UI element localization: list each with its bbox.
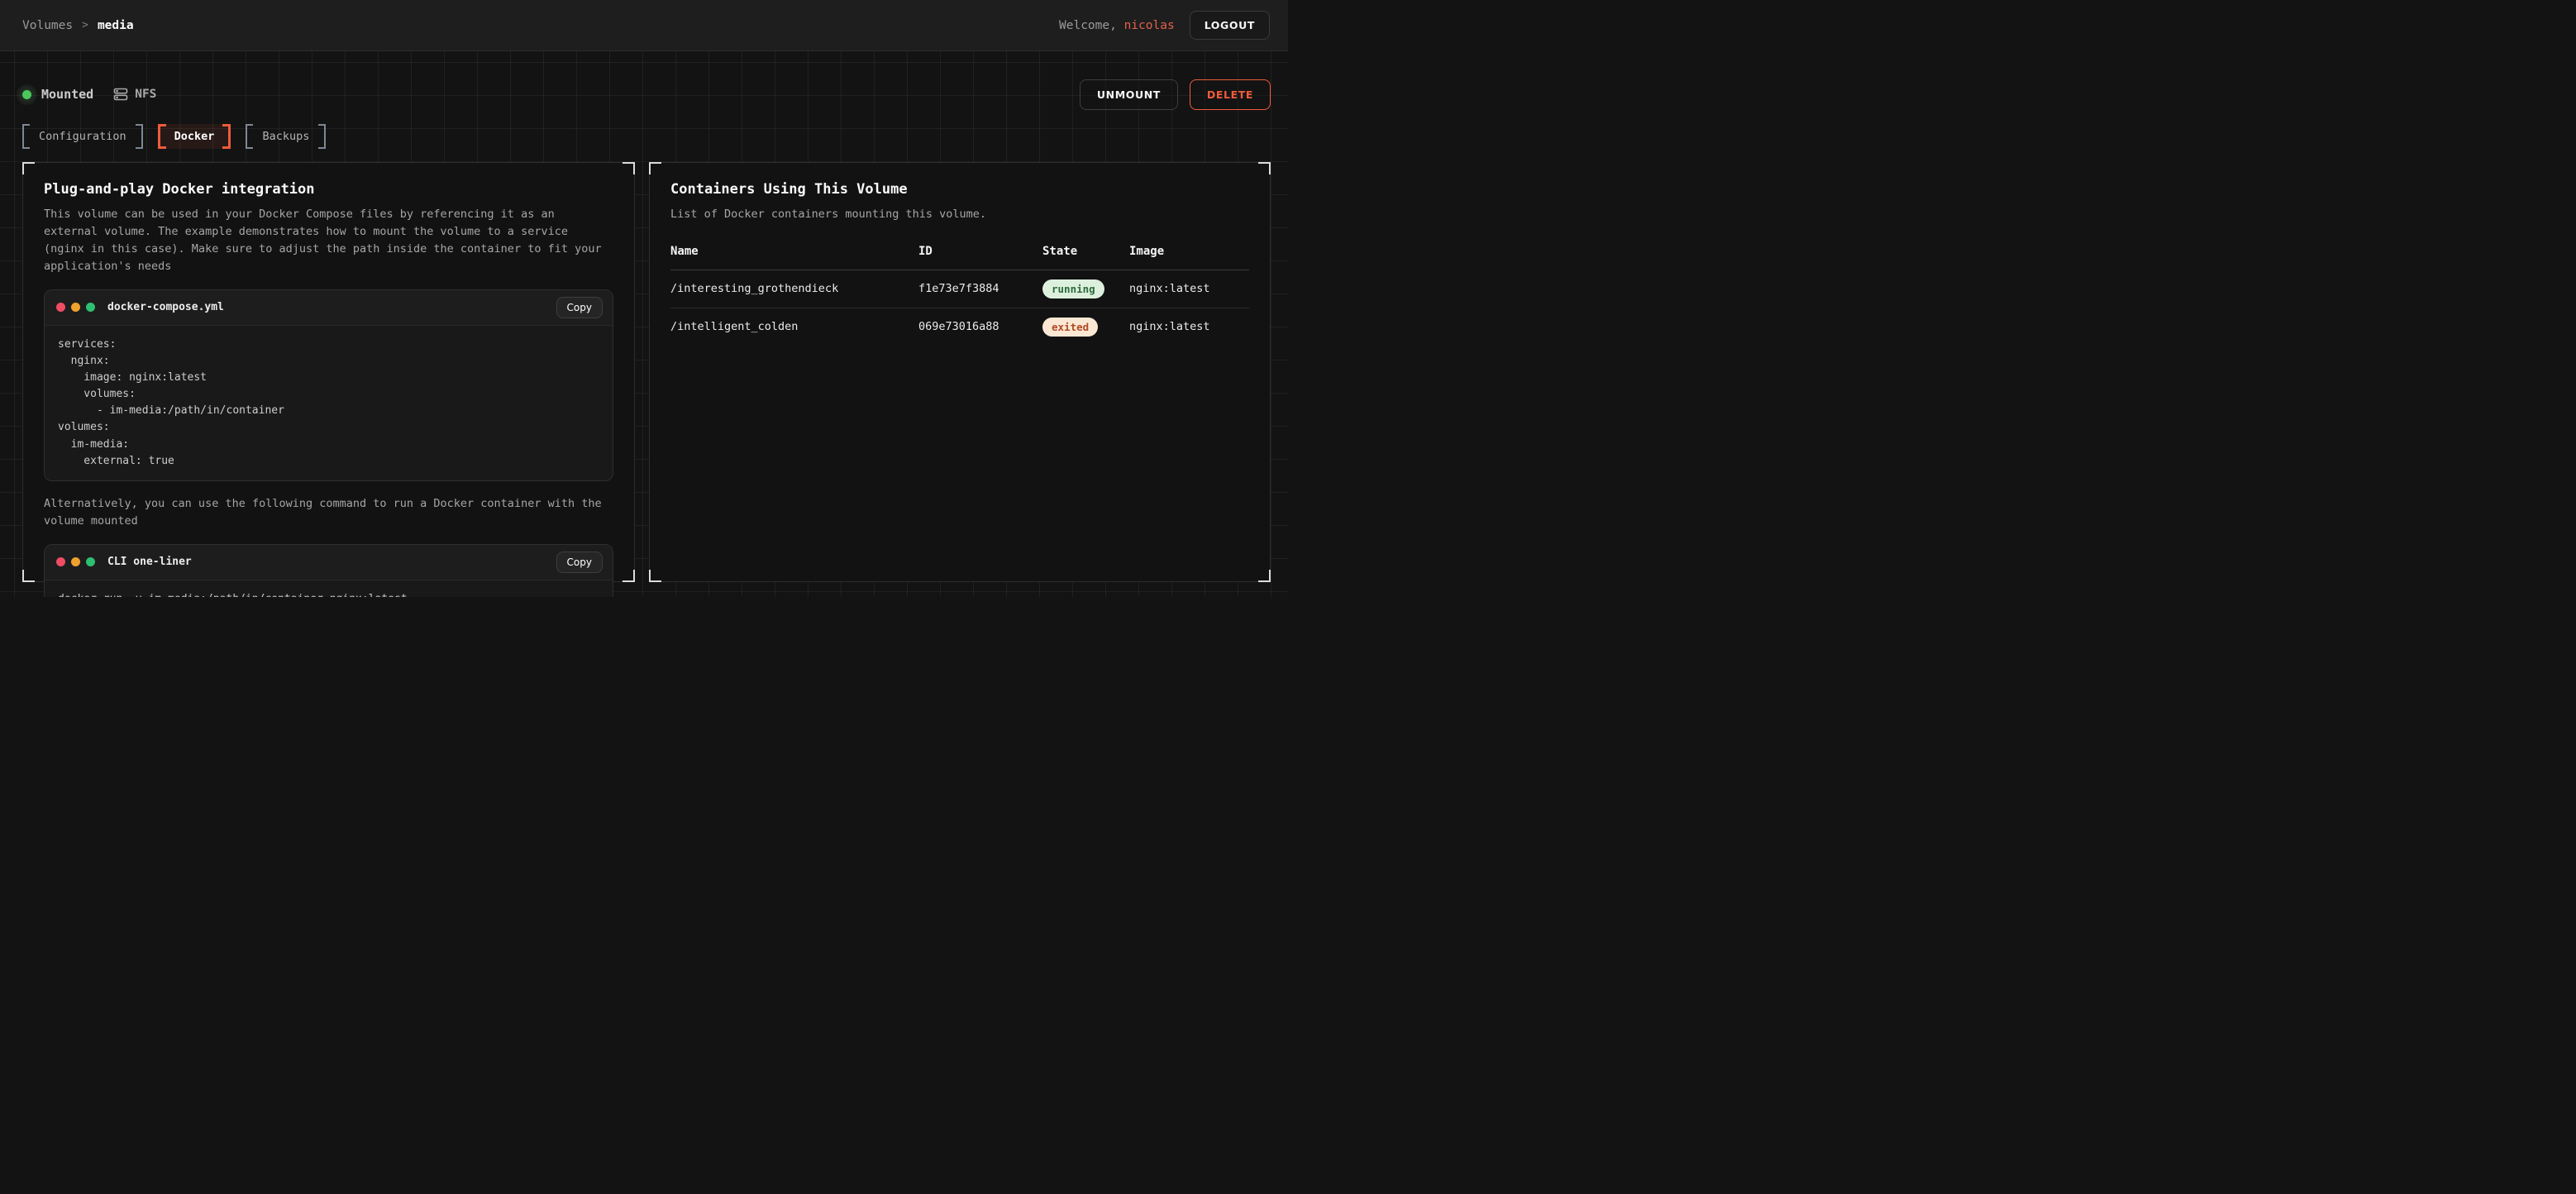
compose-copy-button[interactable]: Copy [556,297,603,318]
compose-filename: docker-compose.yml [107,301,224,313]
tab-backups[interactable]: Backups [246,124,326,149]
cli-copy-button[interactable]: Copy [556,552,603,573]
mounted-status-dot-icon [22,90,31,99]
container-state: running [1042,270,1129,308]
container-row: /interesting_grothendieck f1e73e7f3884 r… [670,270,1249,308]
corner-mark-icon [649,570,661,582]
fs-type-label: NFS [135,88,156,101]
container-image: nginx:latest [1129,311,1249,342]
docker-integration-panel: Plug-and-play Docker integration This vo… [22,162,635,582]
cli-intro-text: Alternatively, you can use the following… [44,495,613,530]
container-name: /interesting_grothendieck [670,273,918,304]
container-id: 069e73016a88 [918,311,1042,342]
docker-panel-title: Plug-and-play Docker integration [44,181,613,198]
app-root: Volumes > media Welcome, nicolas LOGOUT … [0,0,1288,597]
username: nicolas [1124,19,1175,32]
status-badge-exited: exited [1042,318,1098,337]
containers-table-header: Name ID State Image [670,245,1249,270]
fs-type-group: NFS [113,87,156,102]
cli-code-content: docker run -v im-media:/path/in/containe… [45,580,613,597]
mounted-label: Mounted [41,87,93,102]
cli-code-header: CLI one-liner Copy [45,545,613,580]
traffic-red-icon [56,303,65,312]
volume-status: Mounted NFS [22,87,156,102]
logout-button[interactable]: LOGOUT [1190,11,1270,40]
corner-mark-icon [22,570,35,582]
breadcrumb: Volumes > media [22,19,134,32]
containers-table: Name ID State Image /interesting_grothen… [670,245,1249,346]
corner-mark-icon [623,162,635,174]
container-image: nginx:latest [1129,273,1249,304]
tab-bar: Configuration Docker Backups [22,124,1271,149]
delete-button[interactable]: DELETE [1190,79,1271,110]
container-id: f1e73e7f3884 [918,273,1042,304]
traffic-lights [56,557,95,566]
traffic-amber-icon [71,303,80,312]
corner-mark-icon [1258,162,1271,174]
traffic-green-icon [86,557,95,566]
tab-configuration[interactable]: Configuration [22,124,143,149]
traffic-amber-icon [71,557,80,566]
unmount-button[interactable]: UNMOUNT [1080,79,1178,110]
compose-code-header: docker-compose.yml Copy [45,290,613,326]
compose-code-block: docker-compose.yml Copy services: nginx:… [44,289,613,481]
docker-panel-description: This volume can be used in your Docker C… [44,206,613,275]
cli-code-block: CLI one-liner Copy docker run -v im-medi… [44,544,613,597]
tab-docker-label: Docker [174,130,215,143]
container-name: /intelligent_colden [670,311,918,342]
topbar-right: Welcome, nicolas LOGOUT [1059,11,1270,40]
cli-filename: CLI one-liner [107,556,192,568]
container-row: /intelligent_colden 069e73016a88 exited … [670,308,1249,346]
breadcrumb-volumes-link[interactable]: Volumes [22,19,73,32]
volume-actions: UNMOUNT DELETE [1080,79,1271,110]
containers-panel: Containers Using This Volume List of Doc… [649,162,1271,582]
tab-docker[interactable]: Docker [158,124,231,149]
col-header-id: ID [918,245,1042,258]
server-stack-icon [113,87,128,102]
col-header-image: Image [1129,245,1249,258]
topbar: Volumes > media Welcome, nicolas LOGOUT [0,0,1288,51]
container-state: exited [1042,308,1129,346]
traffic-lights [56,303,95,312]
containers-panel-subtitle: List of Docker containers mounting this … [670,206,1249,223]
corner-mark-icon [22,162,35,174]
col-header-name: Name [670,245,918,258]
breadcrumb-separator-icon: > [82,19,88,31]
corner-mark-icon [1258,570,1271,582]
tab-configuration-label: Configuration [39,130,126,143]
welcome-prefix: Welcome, [1059,19,1124,32]
traffic-green-icon [86,303,95,312]
tab-backups-label: Backups [262,130,309,143]
containers-panel-title: Containers Using This Volume [670,181,1249,198]
panels-row: Plug-and-play Docker integration This vo… [22,162,1271,582]
breadcrumb-current-volume: media [98,19,134,32]
traffic-red-icon [56,557,65,566]
welcome-text: Welcome, nicolas [1059,19,1175,32]
main-content: Mounted NFS UNMOUNT DELETE [0,51,1288,597]
status-badge-running: running [1042,279,1104,298]
compose-code-content: services: nginx: image: nginx:latest vol… [45,326,613,480]
corner-mark-icon [623,570,635,582]
status-row: Mounted NFS UNMOUNT DELETE [22,79,1271,109]
corner-mark-icon [649,162,661,174]
col-header-state: State [1042,245,1129,258]
